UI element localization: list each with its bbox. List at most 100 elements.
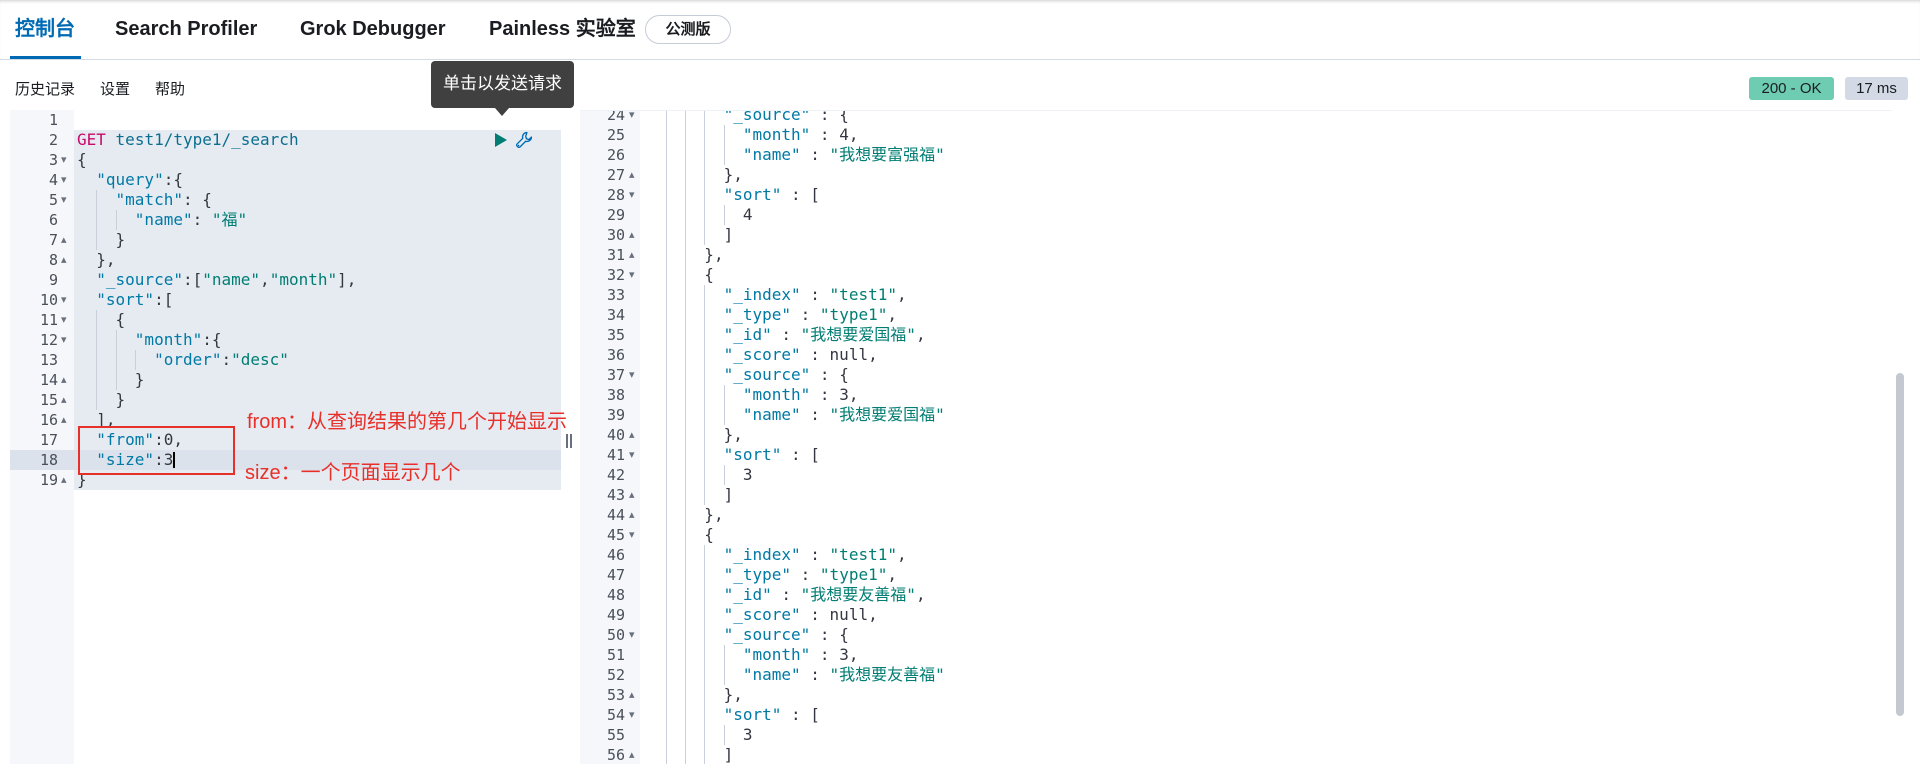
fold-open-icon[interactable]: ▾ [629,625,635,645]
fold-close-icon[interactable]: ▴ [629,225,635,245]
response-scrollbar-thumb[interactable] [1896,373,1904,716]
code-line[interactable]: { [640,525,1892,545]
code-line[interactable]: "sort" : [ [640,445,1892,465]
response-scrollbar[interactable] [1893,110,1906,764]
code-text: "_source" : { [647,365,849,385]
code-line[interactable]: "_source" : { [640,365,1892,385]
code-line[interactable]: }, [74,250,561,270]
tab-search-profiler[interactable]: Search Profiler [115,0,257,59]
code-line[interactable]: }, [640,165,1892,185]
help-link[interactable]: 帮助 [155,79,185,99]
line-number-cell: 24 ▾ [580,111,640,125]
fold-open-icon[interactable]: ▾ [61,290,67,310]
panel-resizer[interactable] [562,110,579,764]
code-line[interactable]: ] [640,745,1892,764]
fold-close-icon[interactable]: ▴ [61,230,67,250]
code-line[interactable]: } [74,370,561,390]
fold-close-icon[interactable]: ▴ [629,245,635,265]
fold-open-icon[interactable]: ▾ [61,330,67,350]
code-line[interactable]: "_score" : null, [640,605,1892,625]
fold-close-icon[interactable]: ▴ [61,470,67,490]
tab-console[interactable]: 控制台 [10,0,81,59]
tab-painless-lab[interactable]: Painless 实验室 [489,0,636,59]
code-line[interactable]: ] [640,225,1892,245]
code-line[interactable]: "query":{ [74,170,561,190]
code-line[interactable]: }, [640,685,1892,705]
fold-close-icon[interactable]: ▴ [629,165,635,185]
code-line[interactable]: "month" : 3, [640,385,1892,405]
line-number: 54 [606,706,625,724]
response-content[interactable]: "_source" : { "month" : 4, "name" : "我想要… [640,111,1892,764]
code-line[interactable]: "_index" : "test1", [640,285,1892,305]
fold-open-icon[interactable]: ▾ [61,150,67,170]
code-line[interactable]: "order":"desc" [74,350,561,370]
code-line[interactable]: "_id" : "我想要友善福", [640,585,1892,605]
code-line[interactable]: "sort" : [ [640,185,1892,205]
code-line[interactable]: 4 [640,205,1892,225]
fold-close-icon[interactable]: ▴ [629,685,635,705]
line-number: 9 [48,271,58,289]
code-line[interactable]: { [74,150,561,170]
code-line[interactable]: "month":{ [74,330,561,350]
code-line[interactable]: }, [640,245,1892,265]
code-line[interactable]: "name" : "我想要富强福" [640,145,1892,165]
code-line[interactable]: "name" : "我想要爱国福" [640,405,1892,425]
code-line[interactable]: "_source" : { [640,625,1892,645]
code-line[interactable]: "name" : "我想要友善福" [640,665,1892,685]
code-token-ws [647,725,743,744]
fold-open-icon[interactable]: ▾ [629,265,635,285]
code-line[interactable]: GET test1/type1/_search [74,130,561,150]
code-token-punc: { [839,111,849,124]
code-line[interactable]: } [74,390,561,410]
fold-close-icon[interactable]: ▴ [629,505,635,525]
code-line[interactable]: "_id" : "我想要爱国福", [640,325,1892,345]
code-line[interactable]: "month" : 3, [640,645,1892,665]
code-token-ws [647,285,724,304]
code-line[interactable]: "_source":["name","month"], [74,270,561,290]
fold-open-icon[interactable]: ▾ [629,445,635,465]
code-line[interactable]: 3 [640,465,1892,485]
code-line[interactable]: }, [640,425,1892,445]
code-line[interactable]: "_type" : "type1", [640,305,1892,325]
fold-close-icon[interactable]: ▴ [61,410,67,430]
line-number-cell: 28 ▾ [580,185,640,205]
fold-open-icon[interactable]: ▾ [629,111,635,125]
code-line[interactable] [74,110,561,130]
code-line[interactable]: "_score" : null, [640,345,1892,365]
fold-close-icon[interactable]: ▴ [629,745,635,764]
fold-close-icon[interactable]: ▴ [61,250,67,270]
code-line[interactable]: "_source" : { [640,111,1892,125]
fold-close-icon[interactable]: ▴ [629,425,635,445]
fold-open-icon[interactable]: ▾ [629,705,635,725]
code-line[interactable]: { [74,310,561,330]
code-line[interactable]: "sort":[ [74,290,561,310]
code-token-punc: : [781,585,792,604]
fold-close-icon[interactable]: ▴ [61,370,67,390]
code-line[interactable]: "match": { [74,190,561,210]
fold-close-icon[interactable]: ▴ [629,485,635,505]
code-line[interactable]: "name": "福" [74,210,561,230]
run-request-button[interactable] [493,131,509,149]
line-number: 32 [606,266,625,284]
fold-open-icon[interactable]: ▾ [61,170,67,190]
fold-open-icon[interactable]: ▾ [61,190,67,210]
tab-grok-debugger[interactable]: Grok Debugger [300,0,446,59]
code-line[interactable]: "_index" : "test1", [640,545,1892,565]
code-line[interactable]: 3 [640,725,1892,745]
fold-open-icon[interactable]: ▾ [629,525,635,545]
fold-open-icon[interactable]: ▾ [629,185,635,205]
fold-close-icon[interactable]: ▴ [61,390,67,410]
fold-open-icon[interactable]: ▾ [61,310,67,330]
settings-link[interactable]: 设置 [100,79,130,99]
code-line[interactable]: } [74,230,561,250]
code-line[interactable]: "_type" : "type1", [640,565,1892,585]
response-editor[interactable]: 24 ▾ 25 26 27 ▴ 28 ▾ 29 30 ▴ 31 ▴ 32 ▾ 33 34 35 36 37 ▾ 38 39 4… [580,110,1892,764]
history-link[interactable]: 历史记录 [15,79,75,99]
code-line[interactable]: "sort" : [ [640,705,1892,725]
code-line[interactable]: ] [640,485,1892,505]
code-line[interactable]: "month" : 4, [640,125,1892,145]
request-actions-button[interactable] [515,131,533,149]
fold-open-icon[interactable]: ▾ [629,365,635,385]
code-line[interactable]: { [640,265,1892,285]
code-line[interactable]: }, [640,505,1892,525]
